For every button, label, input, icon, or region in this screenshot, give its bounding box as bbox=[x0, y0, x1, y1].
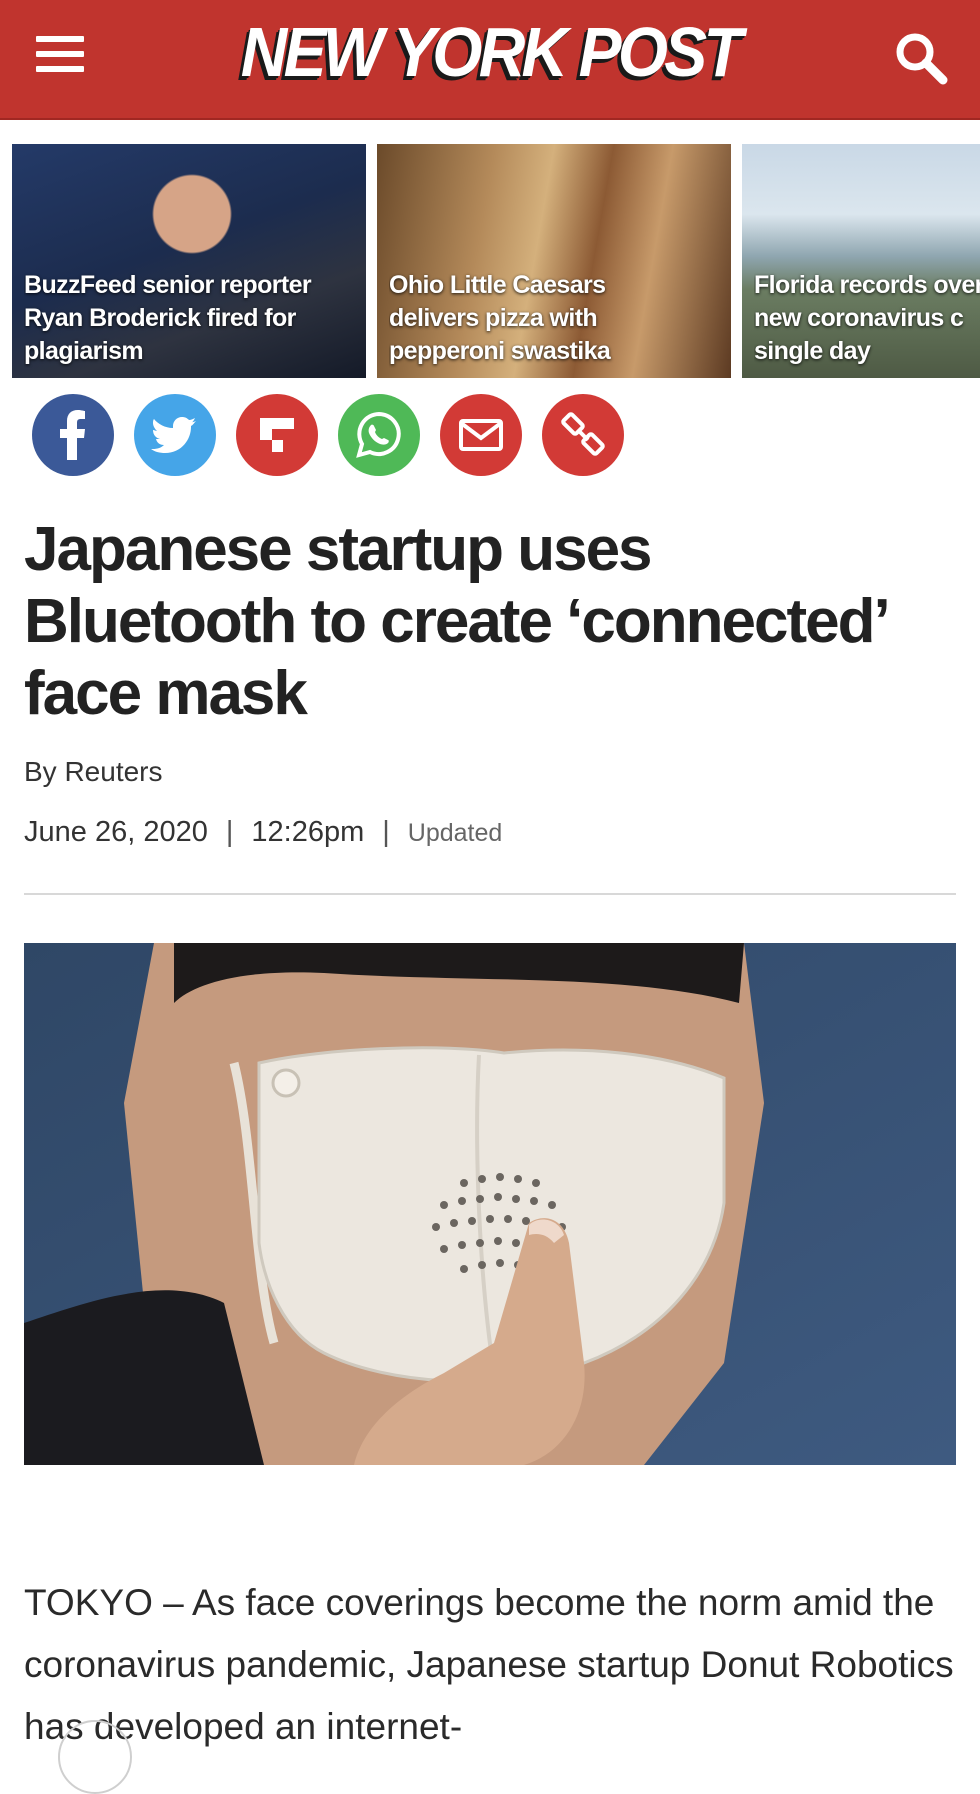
article-body: TOKYO – As face coverings become the nor… bbox=[24, 1582, 954, 1747]
publish-date: June 26, 2020 bbox=[24, 816, 208, 848]
facebook-share-button[interactable] bbox=[32, 394, 114, 476]
related-story-card[interactable]: Ohio Little Caesars delivers pizza with … bbox=[377, 144, 731, 378]
divider bbox=[24, 893, 956, 895]
related-story-title: BuzzFeed senior reporter Ryan Broderick … bbox=[24, 271, 312, 365]
email-share-button[interactable] bbox=[440, 394, 522, 476]
article-hero-image[interactable] bbox=[24, 943, 956, 1465]
whatsapp-share-button[interactable] bbox=[338, 394, 420, 476]
facebook-icon bbox=[60, 410, 85, 460]
related-story-card[interactable]: Florida records over new coronavirus c s… bbox=[742, 144, 980, 378]
related-stories: BuzzFeed senior reporter Ryan Broderick … bbox=[12, 144, 980, 380]
related-story-card[interactable]: BuzzFeed senior reporter Ryan Broderick … bbox=[12, 144, 366, 378]
site-header: NEW YORK POST bbox=[0, 0, 980, 120]
site-logo[interactable]: NEW YORK POST bbox=[39, 10, 941, 94]
article-byline[interactable]: By Reuters bbox=[24, 756, 163, 788]
publish-time: 12:26pm bbox=[251, 816, 365, 848]
twitter-share-button[interactable] bbox=[134, 394, 216, 476]
article-dateline: June 26, 2020 | 12:26pm | Updated bbox=[24, 816, 502, 849]
twitter-icon bbox=[151, 417, 196, 453]
related-story-title: Ohio Little Caesars delivers pizza with … bbox=[389, 271, 611, 365]
whatsapp-icon bbox=[356, 411, 401, 458]
flipboard-icon bbox=[260, 418, 294, 452]
link-icon bbox=[561, 412, 605, 456]
search-icon[interactable] bbox=[893, 30, 949, 86]
article-headline: Japanese startup uses Bluetooth to creat… bbox=[24, 515, 887, 728]
flipboard-share-button[interactable] bbox=[236, 394, 318, 476]
email-icon bbox=[459, 419, 503, 451]
dateline-separator: | bbox=[225, 816, 234, 848]
touch-indicator bbox=[58, 1720, 132, 1794]
updated-label: Updated bbox=[407, 819, 503, 847]
dateline-separator: | bbox=[382, 816, 390, 848]
related-story-title: Florida records over new coronavirus c s… bbox=[754, 271, 980, 365]
copy-link-button[interactable] bbox=[542, 394, 624, 476]
